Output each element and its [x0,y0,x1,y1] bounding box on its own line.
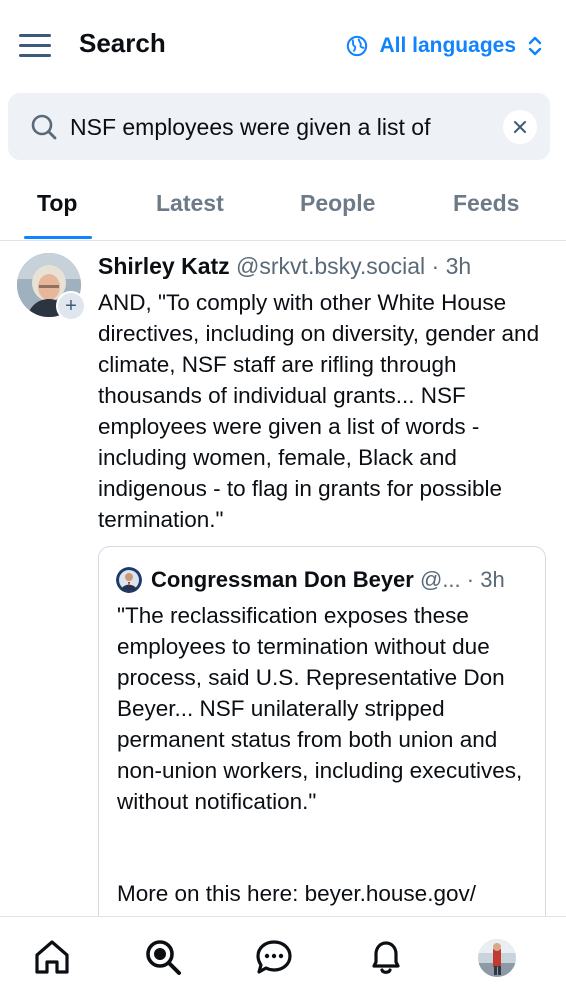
language-selector[interactable]: All languages [346,31,542,61]
quoted-post[interactable]: Congressman Don Beyer @... · 3h "The rec… [98,546,546,916]
chat-icon [256,940,292,974]
post-timestamp[interactable]: 3h [446,253,472,279]
home-icon [35,940,69,974]
close-icon [514,121,526,133]
nav-search[interactable] [143,937,183,977]
quote-separator-dot: · [466,567,475,592]
tab-people[interactable]: People [300,190,375,217]
menu-icon[interactable] [19,34,51,58]
follow-plus-icon[interactable]: + [56,291,86,321]
quote-timestamp: 3h [480,567,505,592]
language-label: All languages [379,34,516,57]
quote-text: "The reclassification exposes these empl… [117,603,529,814]
author-handle[interactable]: @srkvt.bsky.social [236,253,425,279]
quote-author-handle[interactable]: @... [420,567,461,592]
clear-search-button[interactable] [503,110,537,144]
tab-top[interactable]: Top [37,190,77,217]
search-bar [8,93,550,160]
nav-home[interactable] [32,937,72,977]
search-input[interactable] [70,107,490,147]
quote-more-link-text[interactable]: More on this here: beyer.house.gov/ [117,878,532,909]
separator-dot: · [431,253,440,279]
nav-notifications[interactable] [366,937,406,977]
search-icon [31,114,57,140]
page-title: Search [79,28,166,58]
quote-author-name[interactable]: Congressman Don Beyer [151,567,414,592]
active-tab-indicator [24,236,92,239]
post[interactable]: + Shirley Katz @srkvt.bsky.social · 3h A… [0,241,566,916]
post-header: Shirley Katz @srkvt.bsky.social · 3h [98,253,471,280]
chevron-up-down-icon [528,36,542,56]
top-bar: Search All languages [0,0,566,92]
tab-latest[interactable]: Latest [156,190,224,217]
search-icon [146,940,181,975]
quote-author-avatar [116,567,142,593]
tab-feeds[interactable]: Feeds [453,190,519,217]
nav-chat[interactable] [254,937,294,977]
search-tabs: Top Latest People Feeds [0,172,566,241]
bottom-navigation [0,916,566,1001]
post-text: AND, "To comply with other White House d… [98,290,546,532]
globe-icon [347,35,368,57]
quote-header: Congressman Don Beyer @... · 3h [151,567,505,593]
author-name[interactable]: Shirley Katz [98,253,230,279]
bell-icon [372,941,400,974]
nav-profile-avatar[interactable] [478,939,516,977]
